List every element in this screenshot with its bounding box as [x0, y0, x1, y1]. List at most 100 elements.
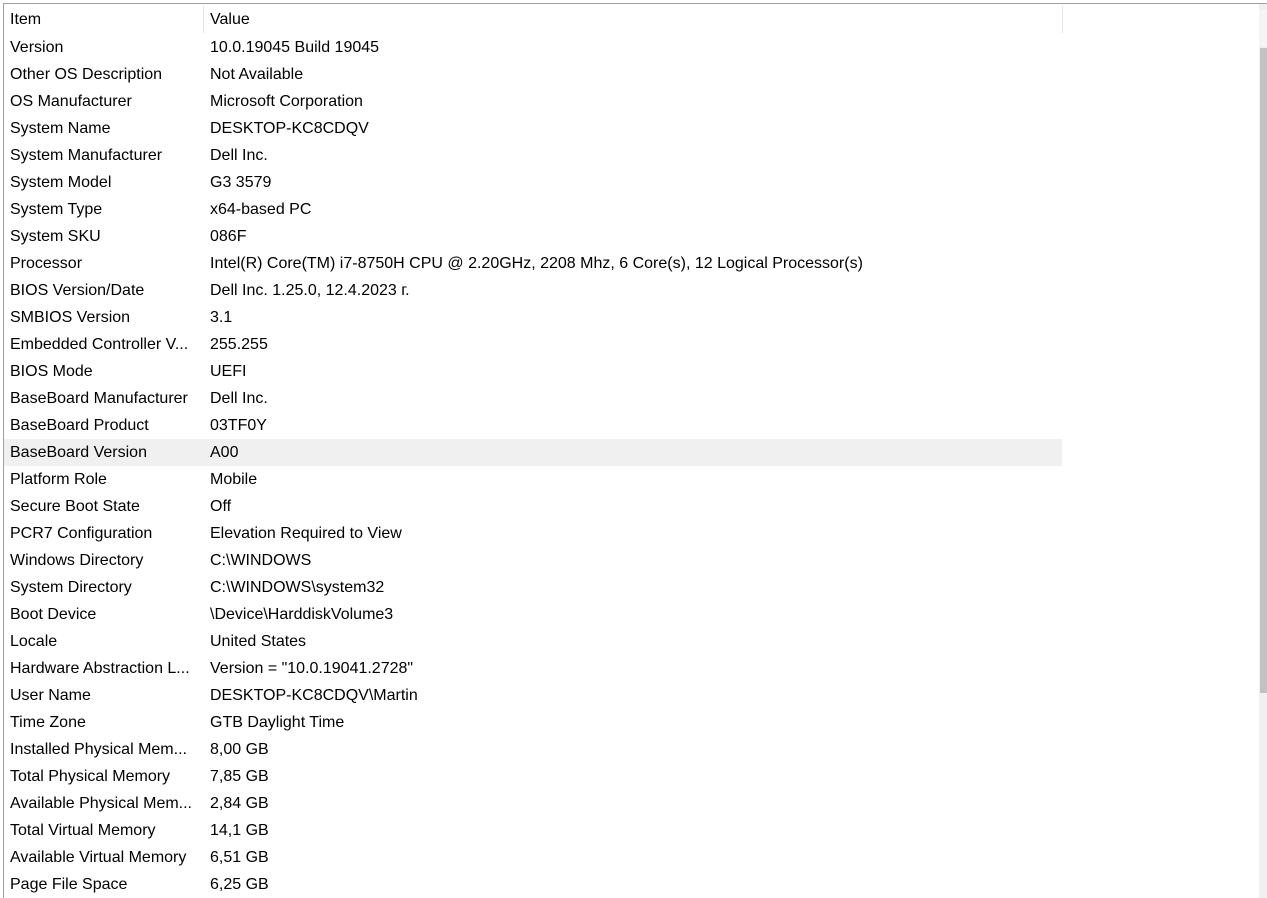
- item-cell: Secure Boot State: [10, 498, 140, 515]
- table-row[interactable]: Available Physical Mem... 2,84 GB: [4, 790, 1062, 817]
- value-cell: 6,51 GB: [210, 849, 269, 866]
- item-cell: Available Virtual Memory: [10, 849, 187, 866]
- item-cell: Page File Space: [10, 876, 128, 893]
- table-row[interactable]: Total Physical Memory 7,85 GB: [4, 763, 1062, 790]
- table-row[interactable]: User Name DESKTOP-KC8CDQV\Martin: [4, 682, 1062, 709]
- table-row[interactable]: System SKU 086F: [4, 223, 1062, 250]
- item-cell: Processor: [10, 255, 83, 272]
- value-cell: 10.0.19045 Build 19045: [210, 39, 380, 56]
- item-cell: Version: [10, 39, 64, 56]
- value-cell: A00: [210, 444, 239, 461]
- value-cell: United States: [210, 633, 307, 650]
- value-cell: \Device\HarddiskVolume3: [210, 606, 394, 623]
- item-cell: System Directory: [10, 579, 132, 596]
- value-cell: Not Available: [210, 66, 304, 83]
- value-cell: 6,25 GB: [210, 876, 269, 893]
- value-cell: Dell Inc.: [210, 390, 268, 407]
- value-cell: x64-based PC: [210, 201, 312, 218]
- item-cell: BIOS Version/Date: [10, 282, 145, 299]
- value-cell: C:\WINDOWS: [210, 552, 312, 569]
- value-cell: 2,84 GB: [210, 795, 269, 812]
- item-cell: System Manufacturer: [10, 147, 163, 164]
- value-cell: Microsoft Corporation: [210, 93, 363, 110]
- value-cell: DESKTOP-KC8CDQV\Martin: [210, 687, 418, 704]
- value-cell: Elevation Required to View: [210, 525, 402, 542]
- list-header: Item Value: [4, 6, 1063, 33]
- value-cell: DESKTOP-KC8CDQV: [210, 120, 369, 137]
- value-cell: Mobile: [210, 471, 258, 488]
- value-cell: UEFI: [210, 363, 247, 380]
- table-row[interactable]: Page File Space 6,25 GB: [4, 871, 1062, 898]
- table-row[interactable]: SMBIOS Version 3.1: [4, 304, 1062, 331]
- item-cell: Total Physical Memory: [10, 768, 171, 785]
- item-cell: Other OS Description: [10, 66, 163, 83]
- value-cell: Dell Inc. 1.25.0, 12.4.2023 г.: [210, 282, 410, 299]
- value-cell: Intel(R) Core(TM) i7-8750H CPU @ 2.20GHz…: [210, 255, 863, 272]
- table-row[interactable]: Secure Boot State Off: [4, 493, 1062, 520]
- item-cell: Available Physical Mem...: [10, 795, 192, 812]
- item-cell: System Model: [10, 174, 112, 191]
- table-row[interactable]: Windows Directory C:\WINDOWS: [4, 547, 1062, 574]
- value-cell: G3 3579: [210, 174, 272, 191]
- table-row[interactable]: PCR7 Configuration Elevation Required to …: [4, 520, 1062, 547]
- item-cell: Installed Physical Mem...: [10, 741, 187, 758]
- table-row[interactable]: Time Zone GTB Daylight Time: [4, 709, 1062, 736]
- column-header-item[interactable]: Item: [4, 6, 203, 33]
- item-cell: PCR7 Configuration: [10, 525, 153, 542]
- value-cell: Off: [210, 498, 232, 515]
- value-cell: Version = "10.0.19041.2728": [210, 660, 414, 677]
- table-row[interactable]: BaseBoard Product 03TF0Y: [4, 412, 1062, 439]
- value-cell: 255.255: [210, 336, 268, 353]
- item-cell: User Name: [10, 687, 91, 704]
- table-row[interactable]: Boot Device \Device\HarddiskVolume3: [4, 601, 1062, 628]
- table-row[interactable]: Total Virtual Memory 14,1 GB: [4, 817, 1062, 844]
- item-cell: OS Manufacturer: [10, 93, 132, 110]
- table-row[interactable]: System Model G3 3579: [4, 169, 1062, 196]
- table-row[interactable]: Other OS Description Not Available: [4, 61, 1062, 88]
- value-cell: Dell Inc.: [210, 147, 268, 164]
- table-row[interactable]: Platform Role Mobile: [4, 466, 1062, 493]
- item-cell: BIOS Mode: [10, 363, 93, 380]
- table-row[interactable]: Processor Intel(R) Core(TM) i7-8750H CPU …: [4, 250, 1062, 277]
- table-row[interactable]: BaseBoard Version A00: [4, 439, 1062, 466]
- item-cell: Embedded Controller V...: [10, 336, 189, 353]
- value-cell: 086F: [210, 228, 247, 245]
- column-divider[interactable]: [1062, 6, 1063, 33]
- item-cell: Locale: [10, 633, 58, 650]
- column-header-value[interactable]: Value: [203, 6, 1062, 33]
- table-row[interactable]: Locale United States: [4, 628, 1062, 655]
- table-row[interactable]: System Directory C:\WINDOWS\system32: [4, 574, 1062, 601]
- item-cell: System Type: [10, 201, 103, 218]
- item-cell: Windows Directory: [10, 552, 144, 569]
- table-row[interactable]: System Type x64-based PC: [4, 196, 1062, 223]
- value-cell: 3.1: [210, 309, 233, 326]
- table-row[interactable]: Installed Physical Mem... 8,00 GB: [4, 736, 1062, 763]
- item-cell: Time Zone: [10, 714, 86, 731]
- table-row[interactable]: BIOS Version/Date Dell Inc. 1.25.0, 12.4.…: [4, 277, 1062, 304]
- table-row[interactable]: BIOS Mode UEFI: [4, 358, 1062, 385]
- scrollbar-thumb[interactable]: [1260, 48, 1267, 693]
- item-cell: System Name: [10, 120, 111, 137]
- table-row[interactable]: Hardware Abstraction L... Version = "10.0…: [4, 655, 1062, 682]
- item-cell: BaseBoard Manufacturer: [10, 390, 188, 407]
- value-cell: C:\WINDOWS\system32: [210, 579, 385, 596]
- item-cell: BaseBoard Version: [10, 444, 147, 461]
- item-cell: Platform Role: [10, 471, 107, 488]
- system-summary-list: Version 10.0.19045 Build 19045 Other OS De…: [4, 34, 1062, 898]
- item-cell: BaseBoard Product: [10, 417, 149, 434]
- table-row[interactable]: OS Manufacturer Microsoft Corporation: [4, 88, 1062, 115]
- item-cell: Hardware Abstraction L...: [10, 660, 190, 677]
- table-row[interactable]: Available Virtual Memory 6,51 GB: [4, 844, 1062, 871]
- table-row[interactable]: Version 10.0.19045 Build 19045: [4, 34, 1062, 61]
- vertical-scrollbar[interactable]: [1259, 4, 1267, 898]
- item-cell: Total Virtual Memory: [10, 822, 156, 839]
- table-row[interactable]: System Manufacturer Dell Inc.: [4, 142, 1062, 169]
- table-row[interactable]: BaseBoard Manufacturer Dell Inc.: [4, 385, 1062, 412]
- item-cell: Boot Device: [10, 606, 97, 623]
- table-row[interactable]: Embedded Controller V... 255.255: [4, 331, 1062, 358]
- chevron-up-icon[interactable]: [1259, 10, 1267, 46]
- value-cell: GTB Daylight Time: [210, 714, 345, 731]
- table-row[interactable]: System Name DESKTOP-KC8CDQV: [4, 115, 1062, 142]
- value-cell: 14,1 GB: [210, 822, 269, 839]
- value-cell: 03TF0Y: [210, 417, 267, 434]
